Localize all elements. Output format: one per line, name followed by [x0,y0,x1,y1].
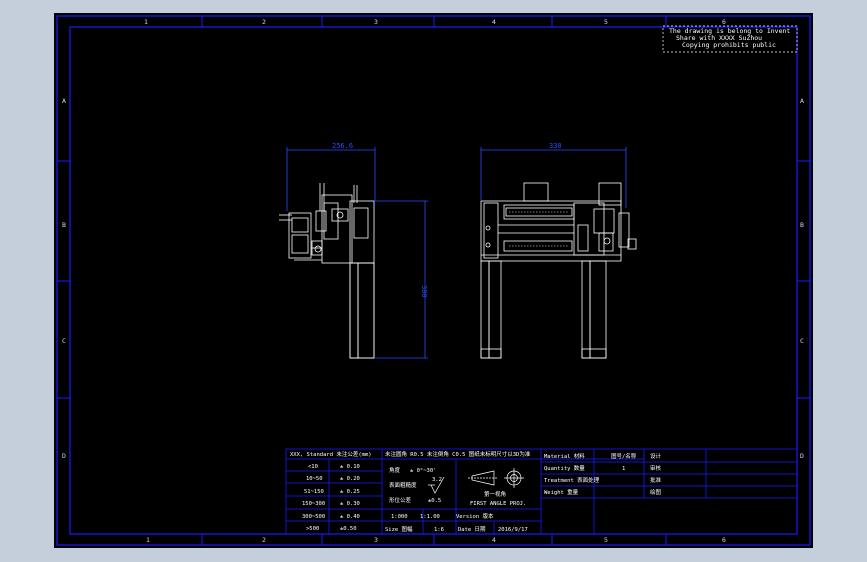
cad-viewport[interactable]: 1 2 3 4 5 6 1 2 3 4 5 6 A B C D A B C D … [54,13,813,548]
angle-value: ± 0°~30' [410,468,437,474]
drawing-canvas[interactable]: 1 2 3 4 5 6 1 2 3 4 5 6 A B C D A B C D … [54,13,813,548]
title-block-text: XXX, Standard 未注公差(mm) 未注圆角 R0.5 未注倒角 C0… [290,450,662,533]
date-value: 2016/9/17 [498,527,528,533]
tolerance-header: XXX, Standard 未注公差(mm) [290,450,372,458]
zone-col-bot-4: 4 [492,536,496,544]
side-view [279,183,375,359]
zone-col-top-5: 5 [604,18,608,26]
dim-left-width: 256.6 [332,142,353,150]
notice-line-3: Copying prohibits public [682,41,776,49]
weight-label: Weight 重量 [544,488,579,496]
roughness-label: 表面粗糙度 [389,481,417,489]
drawn-label: 绘图 [650,488,662,496]
projection-label: 第一视角 [484,490,506,498]
zone-row-left-a: A [62,97,66,105]
tol-range-4: 300~500 [302,514,325,520]
zone-row-right-b: B [800,221,804,229]
notice-box: The drawing is belong to Invent Share wi… [662,25,798,53]
roughness-value: 3.2 [432,477,442,483]
geom-value: ±0.5 [428,498,441,504]
dim-height: 380 [420,285,428,298]
front-view-dimensions [480,147,627,208]
sheet-value: 1:6 [434,527,444,533]
tol-value-3: ± 0.30 [340,501,360,507]
design-label: 设计 [650,452,662,460]
zone-row-left-d: D [62,452,66,460]
outer-frame [56,15,811,546]
zone-col-top-3: 3 [374,18,378,26]
check-label: 审核 [650,464,662,472]
tol-range-3: 150~300 [302,501,325,507]
tol-value-0: ± 0.10 [340,464,360,470]
approve-label: 批准 [650,476,662,484]
qty-value: 1 [622,466,625,472]
version-label: Version 版本 [456,512,494,520]
scale-ratio: 1:1.00 [420,514,440,520]
tol-value-4: ± 0.40 [340,514,360,520]
tol-range-0: <10 [308,464,318,470]
zone-row-left-c: C [62,337,66,345]
geom-label: 形位公差 [389,496,412,504]
zone-col-top-4: 4 [492,18,496,26]
zone-row-left-b: B [62,221,66,229]
tol-value-2: ± 0.25 [340,489,360,495]
zone-row-right-a: A [800,97,804,105]
notes-header: 未注圆角 R0.5 未注倒角 C0.5 图纸未标明尺寸以3D为准 [385,450,531,458]
date-label: Date 日期 [458,526,486,533]
part-no-label: 图号/名称 [611,452,637,460]
tol-value-5: ±0.50 [340,526,357,532]
first-angle-projection-icon [468,468,524,488]
front-view [480,182,637,359]
tol-range-5: >500 [306,526,319,532]
treatment-label: Treatment 表面处理 [544,476,600,484]
zone-col-bot-2: 2 [262,536,266,544]
material-label: Material 材料 [544,452,585,460]
tol-range-2: 51~150 [304,489,324,495]
zone-col-bot-6: 6 [722,536,726,544]
zone-row-right-c: C [800,337,804,345]
zone-row-right-d: D [800,452,804,460]
tol-value-1: ± 0.20 [340,476,360,482]
sheet-label: Size 图幅 [385,525,413,533]
dim-right-width: 330 [549,142,562,150]
zone-col-bot-5: 5 [604,536,608,544]
tol-range-1: 10~50 [306,476,323,482]
angle-label: 角度 [389,466,401,474]
zone-col-top-2: 2 [262,18,266,26]
title-block [285,448,798,535]
scale-value: 1:000 [391,514,408,520]
quantity-label: Quantity 数量 [544,464,585,472]
projection-text: FIRST ANGLE PROJ. [470,501,526,507]
zone-col-bot-1: 1 [146,536,150,544]
zone-col-top-6: 6 [722,18,726,26]
zone-col-bot-3: 3 [374,536,378,544]
zone-labels: 1 2 3 4 5 6 1 2 3 4 5 6 A B C D A B C D [62,18,804,544]
zone-col-top-1: 1 [144,18,148,26]
zone-ticks [57,16,810,545]
